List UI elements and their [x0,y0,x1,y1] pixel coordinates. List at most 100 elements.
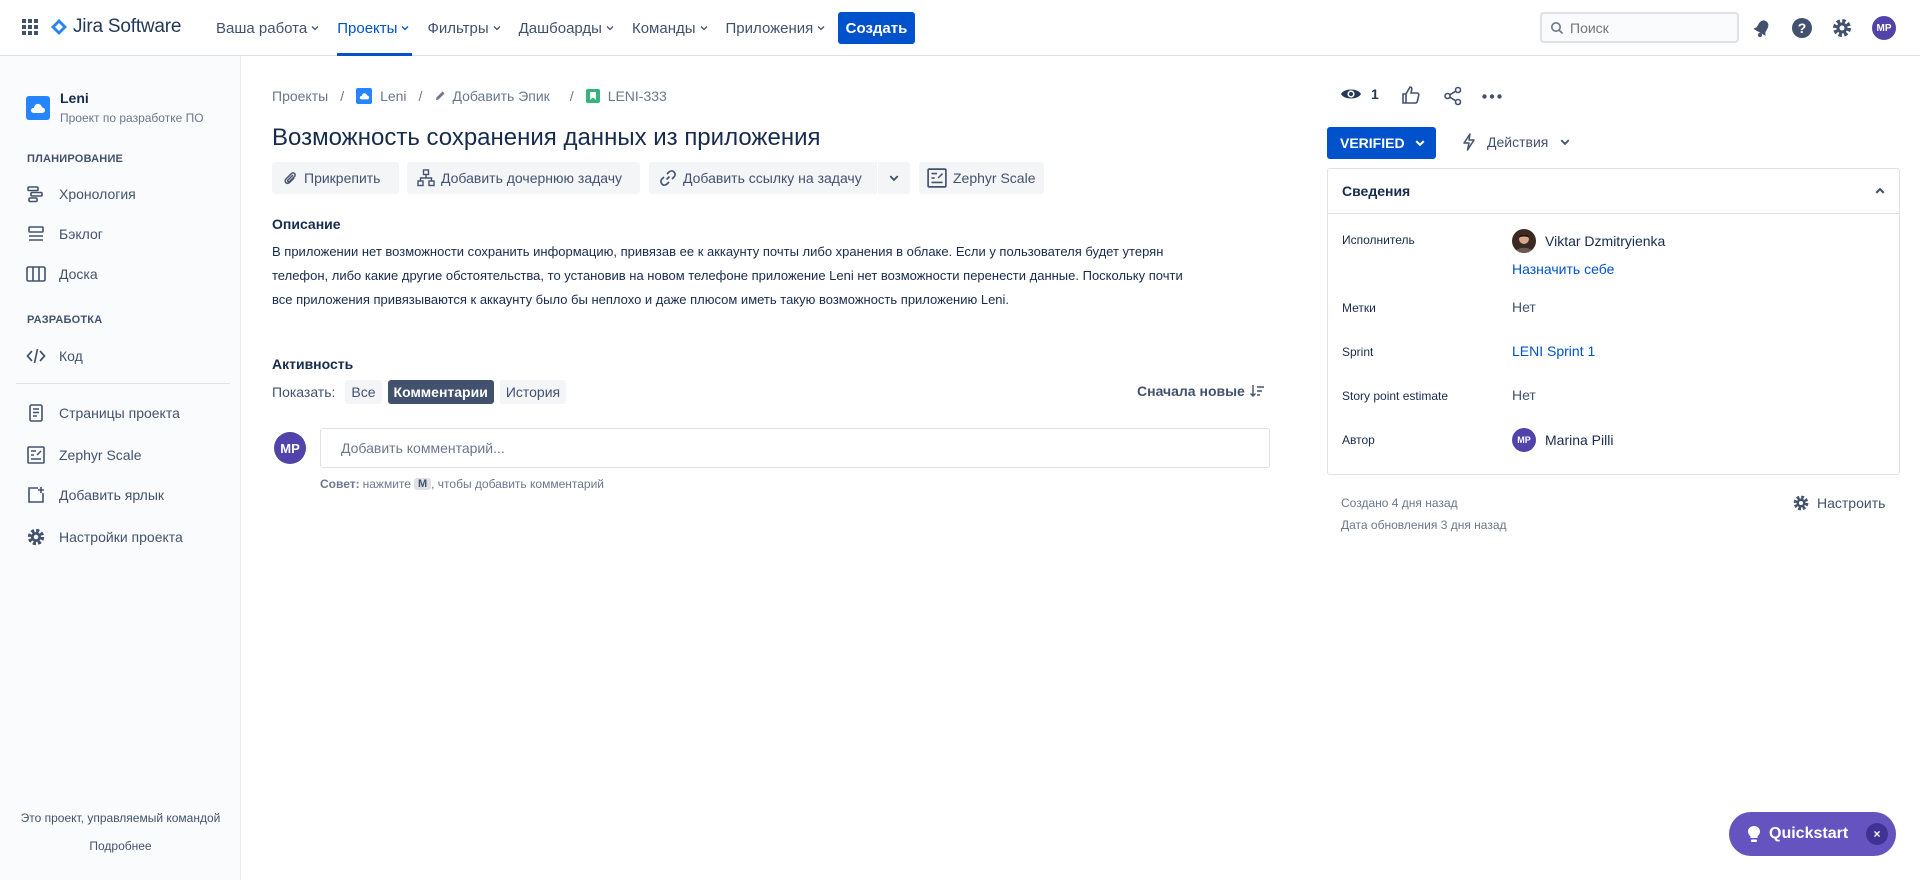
field-label-labels: Метки [1342,301,1376,315]
nav-label: Приложения [725,19,814,37]
reporter-value[interactable]: MP Marina Pilli [1512,428,1613,452]
configure-button[interactable]: Настроить [1792,494,1885,512]
sort-icon [1249,385,1264,397]
tip-text: нажмите [362,477,411,491]
watch-button[interactable]: 1 [1340,86,1379,102]
sidebar-item-project-pages[interactable]: Страницы проекта [26,403,180,423]
link-icon [660,170,676,186]
chevron-down-icon [606,26,614,31]
breadcrumb-project[interactable]: Leni [356,88,407,104]
notifications-icon[interactable] [1750,16,1774,40]
assignee-value[interactable]: Viktar Dzmitryienka [1512,229,1665,253]
attach-button[interactable]: Прикрепить [272,162,399,194]
watch-count: 1 [1371,86,1379,102]
sprint-value[interactable]: LENI Sprint 1 [1512,343,1595,359]
nav-projects[interactable]: Проекты [328,0,418,56]
more-actions-button[interactable] [1482,94,1502,99]
status-dropdown[interactable]: VERIFIED [1327,127,1436,159]
issue-key: LENI-333 [607,88,667,104]
quickstart-label: Quickstart [1769,825,1849,842]
field-label-story-points: Story point estimate [1342,389,1449,403]
add-comment-input[interactable]: Добавить комментарий... [320,428,1270,468]
sort-newest-button[interactable]: Сначала новые [1137,383,1265,399]
add-shortcut-icon [26,485,46,505]
thumbs-up-icon [1402,86,1420,104]
project-cloud-icon [26,96,50,120]
zephyr-icon [26,445,46,465]
user-avatar[interactable]: MP [1872,16,1896,40]
eye-icon [1341,89,1361,99]
field-label-assignee: Исполнитель [1342,233,1415,247]
breadcrumb: Проекты / Leni / Добавить Эпик / LENI-33… [272,88,667,104]
chevron-down-icon [1560,139,1570,146]
nav-dashboards[interactable]: Дашбоарды [510,0,623,56]
zephyr-icon [927,168,947,188]
pencil-icon [436,91,445,100]
nav-your-work[interactable]: Ваша работа [207,0,328,56]
description-body[interactable]: В приложении нет возможности сохранить и… [272,240,1252,312]
vote-button[interactable] [1401,85,1421,105]
create-button[interactable]: Создать [838,12,915,44]
breadcrumb-issue-key[interactable]: LENI-333 [585,88,667,104]
paperclip-icon [284,172,296,185]
actions-dropdown[interactable]: Действия [1461,133,1570,151]
breadcrumb-projects[interactable]: Проекты [272,88,328,104]
sidebar-item-timeline[interactable]: Хронология [26,184,136,204]
project-name: Leni [60,90,89,106]
filter-history[interactable]: История [499,380,567,404]
nav-teams[interactable]: Команды [623,0,717,56]
quickstart-close-icon[interactable]: × [1866,823,1888,845]
zephyr-scale-button[interactable]: Zephyr Scale [919,162,1044,194]
description-line: В приложении нет возможности сохранить и… [272,244,1164,259]
sidebar-item-zephyr[interactable]: Zephyr Scale [26,445,141,465]
nav-label: Ваша работа [216,19,308,37]
sidebar-item-backlog[interactable]: Бэклог [26,224,103,244]
nav-label: Проекты [337,19,398,37]
quickstart-button[interactable]: Quickstart × [1729,812,1896,856]
nav-filters[interactable]: Фильтры [418,0,509,56]
project-cloud-icon [356,88,373,104]
labels-value[interactable]: Нет [1512,299,1536,315]
sidebar-item-label: Zephyr Scale [59,447,142,463]
sidebar-item-board[interactable]: Доска [26,264,98,284]
jira-logo[interactable]: Jira Software [51,16,181,38]
add-child-issue-button[interactable]: Добавить дочернюю задачу [407,162,640,194]
details-title: Сведения [1342,183,1411,199]
keyboard-key: M [413,478,432,490]
assignee-name: Viktar Dzmitryienka [1545,233,1666,249]
app-switcher-icon[interactable] [22,19,38,35]
updated-date: Дата обновления 3 дня назад [1341,518,1507,532]
search-box[interactable] [1540,12,1739,43]
link-issue-button[interactable]: Добавить ссылку на задачу [649,162,877,194]
sidebar-item-add-shortcut[interactable]: Добавить ярлык [26,485,164,505]
link-issue-label: Добавить ссылку на задачу [683,170,862,186]
project-header[interactable]: Leni Проект по разработке ПО [26,90,204,125]
chevron-up-icon [1875,187,1885,194]
sidebar-item-project-settings[interactable]: Настройки проекта [26,527,183,547]
filter-comments[interactable]: Комментарии [387,380,494,404]
sidebar-item-code[interactable]: Код [26,346,83,366]
assign-to-me-link[interactable]: Назначить себе [1512,261,1614,277]
nav-apps[interactable]: Приложения [717,0,835,56]
story-points-value[interactable]: Нет [1512,387,1536,403]
breadcrumb-add-epic[interactable]: Добавить Эпик [434,88,550,104]
description-heading: Описание [272,216,341,232]
learn-more-link[interactable]: Подробнее [0,839,241,853]
search-input[interactable] [1570,19,1720,36]
sidebar-item-label: Бэклог [59,226,103,242]
gear-icon [26,527,46,547]
filter-all[interactable]: Все [345,380,382,404]
chevron-down-icon [817,26,825,31]
help-icon[interactable]: ? [1790,16,1814,40]
sidebar-item-label: Страницы проекта [59,405,180,421]
field-label-sprint: Sprint [1342,345,1374,359]
more-toolbar-dropdown[interactable] [878,162,910,194]
lightbulb-icon [1748,826,1760,842]
description-line: все приложения привязываются к аккаунту … [272,292,1010,307]
board-icon [26,264,46,284]
settings-gear-icon[interactable] [1830,16,1854,40]
details-header[interactable]: Сведения [1328,169,1899,214]
jira-diamond-icon [51,19,67,35]
share-button[interactable] [1443,86,1463,106]
issue-title[interactable]: Возможность сохранения данных из приложе… [272,124,820,152]
